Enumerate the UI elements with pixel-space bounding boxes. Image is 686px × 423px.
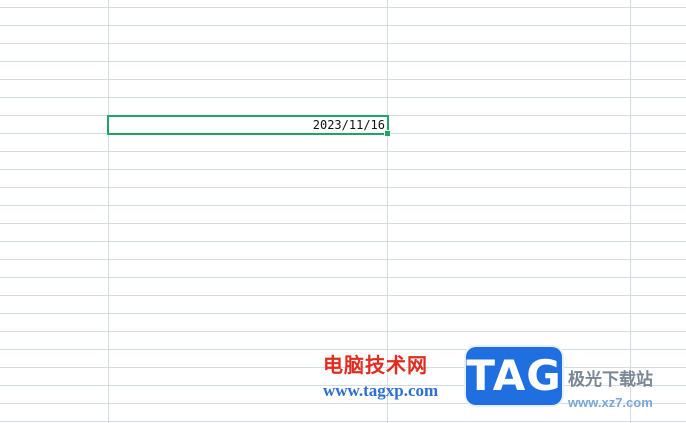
- tag-logo-text: TAG: [466, 351, 562, 400]
- selected-cell[interactable]: 2023/11/16: [107, 115, 389, 135]
- watermark-text-group: 电脑技术网 www.tagxp.com: [323, 352, 463, 401]
- cell-value: 2023/11/16: [312, 118, 385, 132]
- watermark-url: www.tagxp.com: [323, 381, 439, 400]
- column-gridline: [108, 0, 109, 423]
- watermark-site-name: 极光下载站: [568, 370, 653, 390]
- fill-handle[interactable]: [384, 130, 391, 137]
- column-gridline: [630, 0, 631, 423]
- watermark-site-group: 极光下载站 www.xz7.com: [568, 370, 680, 412]
- watermark-site-url: www.xz7.com: [568, 395, 653, 410]
- watermark-title: 电脑技术网: [323, 353, 428, 377]
- tag-logo-icon: TAG: [466, 347, 562, 405]
